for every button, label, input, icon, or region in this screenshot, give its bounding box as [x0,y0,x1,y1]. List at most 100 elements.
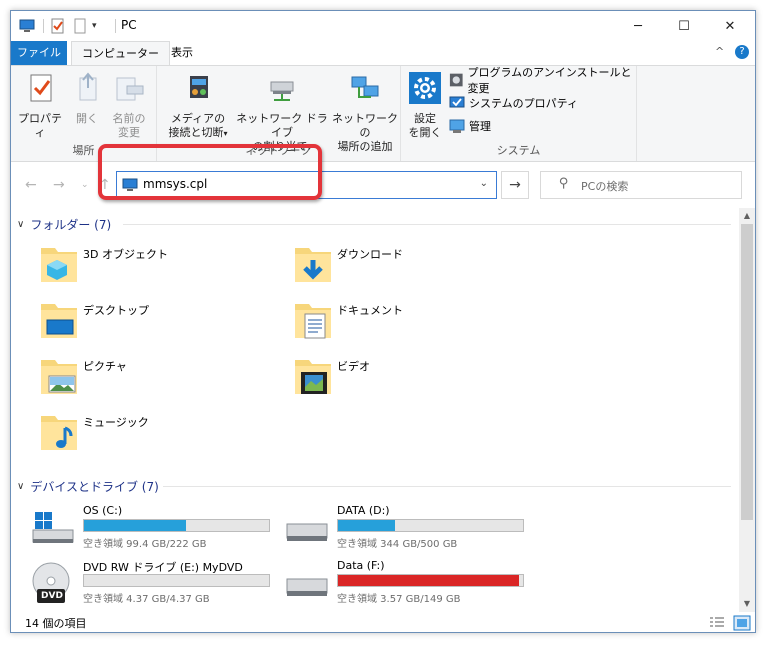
close-button[interactable]: ✕ [707,11,753,41]
drive-usage-fill [84,520,186,531]
folder-documents[interactable]: ドキュメント [291,298,531,346]
title-separator [115,19,116,33]
folder-name: ダウンロード [337,248,403,261]
folder-name: デスクトップ [83,304,149,317]
drive-name: DATA (D:) [337,504,390,517]
drive-e[interactable]: DVD DVD RW ドライブ (E:) MyDVD 空き領域 4.37 GB/… [31,559,281,609]
drive-usage-bar [337,574,524,587]
uninstall-icon [449,73,463,87]
collapse-chevron-icon: ∨ [17,481,25,492]
quick-access-toolbar: ▾ [19,17,97,35]
folder-3d-objects[interactable]: 3D オブジェクト [37,242,277,290]
minimize-button[interactable]: ─ [615,11,661,41]
map-label-1: ネットワーク ドライブ [236,112,328,139]
tab-computer[interactable]: コンピューター [71,41,170,66]
media-connect-button[interactable]: メディアの 接続と切断▾ [163,72,233,141]
settings-label-2: を開く [408,126,442,139]
drive-name: OS (C:) [83,504,123,517]
drive-d[interactable]: DATA (D:) 空き領域 344 GB/500 GB [285,504,535,554]
drive-usage-bar [83,519,270,532]
add-network-label-1: ネットワークの [332,112,398,139]
system-properties-button[interactable]: システムのプロパティ [449,93,578,113]
computer-icon [19,19,35,32]
properties-icon [30,74,52,102]
pictures-folder-icon [41,360,77,394]
search-box[interactable]: ⚲ PCの検索 [540,171,742,199]
window-title: PC [121,18,137,32]
dvd-label: DVD [41,591,63,601]
forward-arrow-icon[interactable]: → [53,177,65,193]
open-button[interactable]: 開く [69,72,105,126]
windows-drive-icon [32,512,74,543]
maximize-button[interactable]: ☐ [661,11,707,41]
folder-name: ミュージック [83,416,149,429]
explorer-window: ▾ PC ─ ☐ ✕ ファイル コンピューター 表示 ^ ? プロパティ 開く [10,10,756,633]
drive-name: Data (F:) [337,559,385,572]
network-group-label: ネットワーク [245,144,312,157]
search-input[interactable]: PCの検索 [581,178,628,194]
drive-free-space: 空き領域 3.57 GB/149 GB [337,594,461,605]
folder-pictures[interactable]: ピクチャ [37,354,277,402]
section-divider [163,486,731,487]
large-icons-view-icon[interactable] [733,615,751,631]
folders-header-label: フォルダー (7) [30,218,112,232]
folder-name: ビデオ [337,360,370,373]
drive-usage-fill [338,520,396,531]
open-label: 開く [76,112,98,125]
back-arrow-icon[interactable]: ← [25,177,37,193]
up-arrow-icon[interactable]: ↑ [99,177,111,193]
content-pane: ∨ フォルダー (7) 3D オブジェクト ダウンロード デスクトップ ドキュメ… [11,208,739,612]
address-input[interactable]: mmsys.cpl [143,177,207,191]
item-count: 14 個の項目 [25,617,87,630]
drive-c[interactable]: OS (C:) 空き領域 99.4 GB/222 GB [31,504,281,554]
3d-objects-folder-icon [41,248,77,282]
ribbon-tabs: ファイル コンピューター 表示 ^ ? [11,41,755,66]
videos-folder-icon [295,360,331,394]
music-folder-icon [41,416,77,450]
scroll-down-icon[interactable]: ▼ [739,596,755,612]
tab-view[interactable]: 表示 [161,41,203,65]
recent-locations-icon[interactable]: ⌄ [81,180,89,190]
folder-name: ピクチャ [83,360,127,373]
drive-name: DVD RW ドライブ (E:) MyDVD [83,561,243,574]
search-icon: ⚲ [559,176,569,191]
folder-name: ドキュメント [337,304,403,317]
drives-header-label: デバイスとドライブ (7) [30,480,159,494]
folder-downloads[interactable]: ダウンロード [291,242,531,290]
go-arrow-button[interactable]: → [501,171,529,199]
tab-file[interactable]: ファイル [11,41,67,65]
title-bar: ▾ PC ─ ☐ ✕ [11,11,755,41]
manage-button[interactable]: 管理 [449,116,491,136]
customize-toolbar-icon[interactable]: ▾ [92,21,97,31]
chevron-down-icon[interactable]: ⌄ [480,178,488,189]
collapse-ribbon-icon[interactable]: ^ [715,45,724,58]
folder-desktop[interactable]: デスクトップ [37,298,277,346]
properties-label: プロパティ [18,112,62,139]
drive-usage-bar [337,519,524,532]
drives-section-header[interactable]: ∨ デバイスとドライブ (7) [17,478,159,495]
downloads-folder-icon [295,248,331,282]
help-icon[interactable]: ? [735,45,749,59]
address-bar[interactable]: mmsys.cpl ⌄ [116,171,497,199]
location-group-label: 場所 [72,144,95,157]
rename-button[interactable]: 名前の 変更 [107,72,151,140]
properties-quick-icon[interactable] [50,18,66,34]
folders-section-header[interactable]: ∨ フォルダー (7) [17,216,111,233]
status-bar: 14 個の項目 [11,612,755,632]
uninstall-program-button[interactable]: プログラムのアンインストールと変更 [449,66,636,95]
properties-button[interactable]: プロパティ [15,72,65,140]
folder-videos[interactable]: ビデオ [291,354,531,402]
scroll-up-icon[interactable]: ▲ [739,208,755,224]
drive-f[interactable]: Data (F:) 空き領域 3.57 GB/149 GB [285,559,535,609]
folder-music[interactable]: ミュージック [37,410,277,458]
details-view-icon[interactable] [709,616,725,630]
drive-usage-bar [83,574,270,587]
scroll-thumb[interactable] [741,224,753,520]
drive-free-space: 空き領域 99.4 GB/222 GB [83,539,207,550]
new-folder-quick-icon[interactable] [72,18,88,34]
ribbon-group-network: メディアの 接続と切断▾ ネットワーク ドライブ の割り当て▾ ネットワークの … [157,66,401,161]
vertical-scrollbar[interactable]: ▲ ▼ [739,208,755,612]
documents-folder-icon [295,304,331,339]
collapse-chevron-icon: ∨ [17,219,25,230]
open-settings-button[interactable]: 設定 を開く [407,72,443,140]
